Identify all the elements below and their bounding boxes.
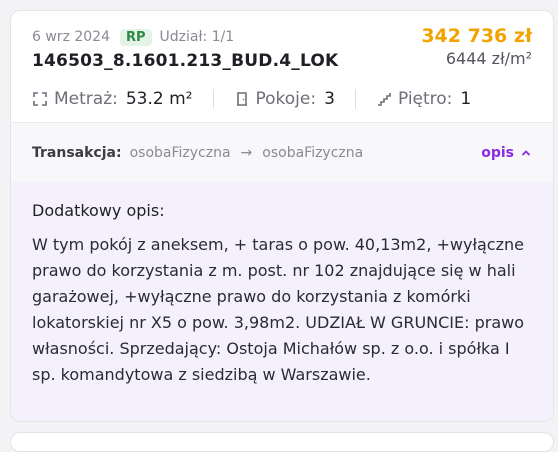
next-listing-card: [10, 432, 554, 452]
description-toggle-label: opis: [481, 144, 514, 161]
stat-divider: [212, 89, 214, 109]
description-panel: Dodatkowy opis: W tym pokój z aneksem, +…: [11, 182, 553, 421]
stat-divider: [354, 89, 356, 109]
price-block: 342 736 zł 6444 zł/m²: [421, 25, 532, 68]
stat-rooms-value: 3: [324, 89, 335, 109]
price-total: 342 736 zł: [421, 25, 532, 47]
transaction-from: osobaFizyczna: [129, 144, 231, 161]
listing-header: 6 wrz 2024 RP Udział: 1/1 146503_8.1601.…: [11, 11, 553, 122]
description-title: Dodatkowy opis:: [32, 201, 165, 220]
stat-floor-value: 1: [460, 89, 472, 109]
transaction-label: Transakcja:: [32, 144, 122, 161]
listing-card: 6 wrz 2024 RP Udział: 1/1 146503_8.1601.…: [10, 10, 554, 422]
arrow-right-icon: →: [240, 144, 253, 161]
door-icon: [234, 91, 250, 107]
expand-corners-icon: [32, 91, 48, 107]
transaction-to: osobaFizyczna: [262, 144, 364, 161]
listing-date: 6 wrz 2024: [32, 29, 110, 45]
source-badge: RP: [120, 28, 152, 46]
transaction-row: Transakcja: osobaFizyczna → osobaFizyczn…: [11, 122, 553, 182]
stat-rooms: Pokoje: 3: [234, 89, 335, 109]
price-per-m2: 6444 zł/m²: [445, 49, 532, 68]
stat-area-label: Metraż:: [54, 89, 118, 109]
stat-area: Metraż: 53.2 m²: [32, 89, 193, 109]
stat-floor-label: Piętro:: [397, 89, 453, 109]
share-info: Udział: 1/1: [159, 29, 235, 45]
stat-area-value: 53.2 m²: [125, 89, 193, 109]
description-toggle-button[interactable]: opis: [481, 145, 532, 161]
description-text: W tym pokój z aneksem, + taras o pow. 40…: [32, 235, 525, 384]
stat-rooms-label: Pokoje:: [255, 89, 317, 109]
chevron-up-icon: [521, 149, 531, 156]
listing-stats: Metraż: 53.2 m² Pokoje: 3 Piętro: 1: [32, 89, 532, 109]
stat-floor: Piętro: 1: [376, 89, 471, 109]
stairs-icon: [376, 91, 392, 107]
